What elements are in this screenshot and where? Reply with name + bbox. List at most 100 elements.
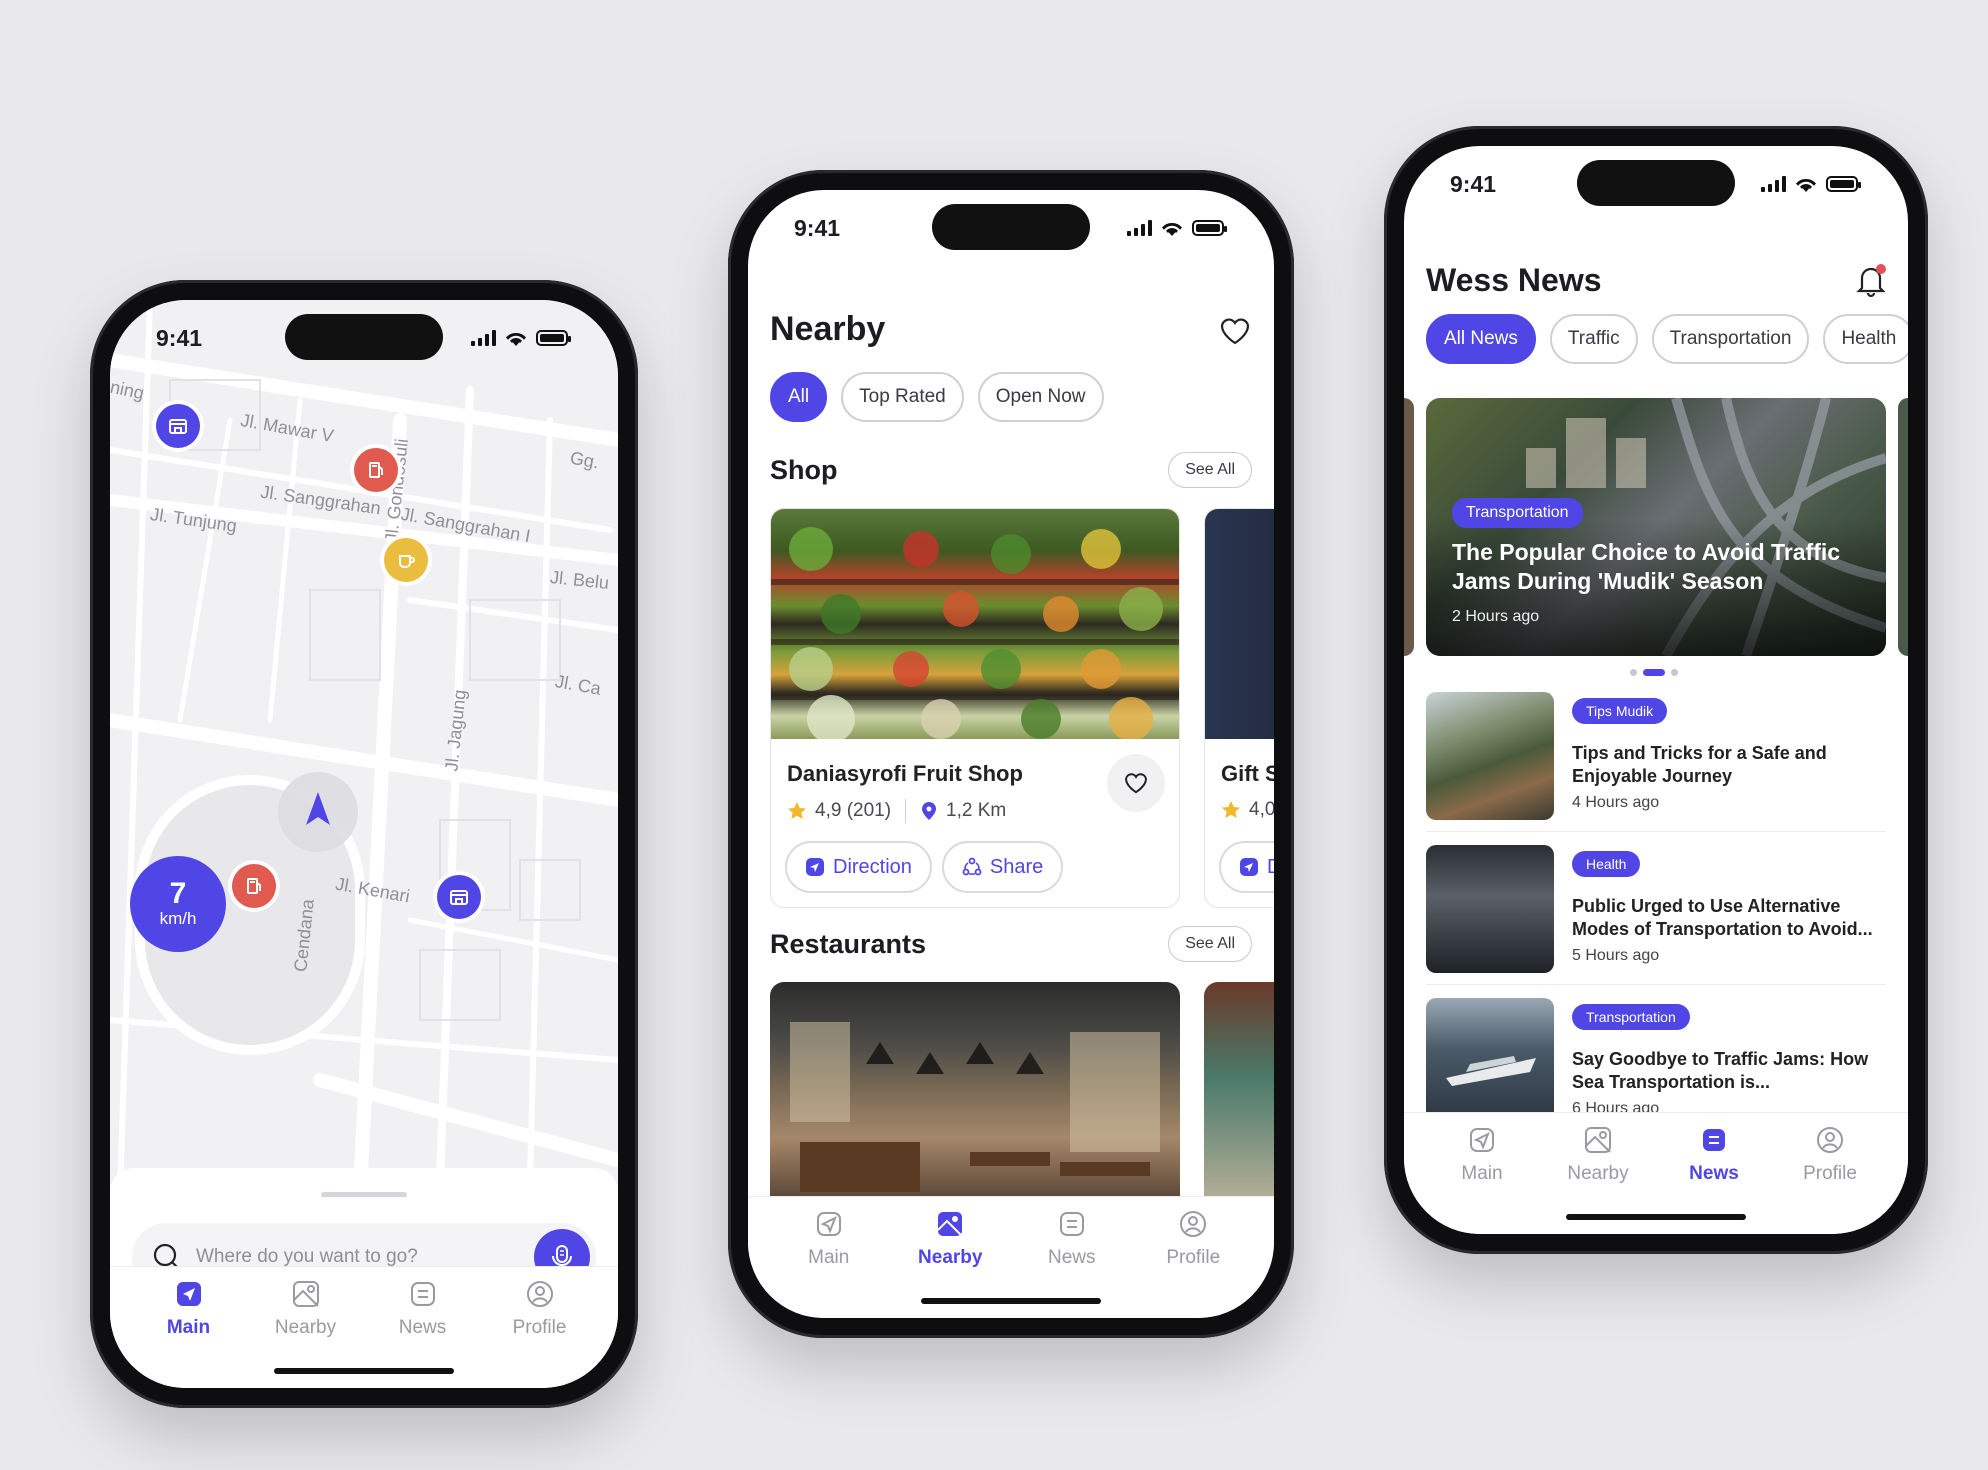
dynamic-island (932, 204, 1090, 250)
tab-main[interactable]: Main (134, 1279, 244, 1388)
chip-all[interactable]: All (770, 372, 828, 422)
map-view[interactable]: ning Jl. Mawar V Gg. Jl. Sanggrahan Jl. … (110, 300, 618, 1190)
tab-label: Profile (1803, 1163, 1857, 1184)
divider (905, 799, 907, 823)
signal-icon (471, 330, 496, 346)
fuel-pin-icon[interactable] (354, 448, 398, 492)
chip-top-rated[interactable]: Top Rated (841, 372, 964, 422)
shop-distance: 1,2 Km (946, 800, 1007, 821)
store-pin-icon[interactable] (156, 404, 200, 448)
dynamic-island (285, 314, 443, 360)
share-label: Share (989, 855, 1044, 878)
chip-all-news[interactable]: All News (1426, 314, 1536, 364)
fuel-pin-icon[interactable] (232, 864, 276, 908)
destination-search-input[interactable] (196, 1246, 534, 1268)
shop-rating: 4,9 (201) (815, 800, 892, 821)
speed-value: 7 (169, 877, 187, 910)
tab-label: Nearby (918, 1247, 983, 1268)
news-thumbnail (1426, 845, 1554, 973)
heart-icon[interactable] (1218, 314, 1252, 348)
tab-main[interactable]: Main (774, 1209, 884, 1318)
battery-icon (1826, 176, 1861, 192)
navigation-icon (816, 1212, 841, 1236)
tab-label: News (1047, 1247, 1096, 1268)
sheet-grabber[interactable] (321, 1192, 407, 1197)
phone-map: 9:41 ning Jl. Mawar V Gg. Jl. Sanggrahan… (90, 280, 638, 1408)
shop-card[interactable]: Gift S 4,0 D (1204, 508, 1274, 908)
restaurant-card[interactable] (1204, 982, 1274, 1222)
news-tag: Transportation (1572, 1004, 1690, 1030)
tab-label: News (1689, 1163, 1739, 1184)
page-title: Wess News (1426, 262, 1602, 298)
navigation-arrow-icon (278, 772, 358, 852)
profile-icon (526, 1281, 553, 1307)
shop-card[interactable]: Daniasyrofi Fruit Shop 4,9 (201) 1,2 Km … (770, 508, 1180, 908)
chip-traffic[interactable]: Traffic (1549, 314, 1638, 364)
tab-main[interactable]: Main (1427, 1125, 1537, 1234)
map-pin-icon (292, 1281, 319, 1307)
status-time: 9:41 (156, 324, 203, 351)
tab-label: News (398, 1317, 447, 1338)
see-all-button[interactable]: See All (1168, 926, 1252, 962)
wifi-icon (1796, 178, 1816, 192)
news-list-item[interactable]: Tips Mudik Tips and Tricks for a Safe an… (1426, 692, 1886, 832)
restaurants-section-header: Restaurants See All (770, 926, 1252, 962)
news-screen: 9:41 Wess News All News Traffic Transpor… (1404, 146, 1908, 1234)
home-indicator (274, 1368, 454, 1374)
tab-label: Main (808, 1247, 850, 1268)
wifi-icon (1162, 222, 1182, 236)
map-pin-icon (937, 1212, 963, 1237)
featured-news-card[interactable]: Transportation The Popular Choice to Avo… (1426, 398, 1886, 656)
direction-label: Direction (833, 855, 912, 878)
battery-icon (1192, 220, 1227, 236)
chip-transportation[interactable]: Transportation (1651, 314, 1810, 364)
phone-nearby: 9:41 Nearby All Top Rated Open Now Shop … (728, 170, 1294, 1338)
wifi-icon (506, 332, 526, 346)
shop-section-header: Shop See All (770, 452, 1252, 488)
tab-profile[interactable]: Profile (1138, 1209, 1248, 1318)
news-title: Say Goodbye to Traffic Jams: How Sea Tra… (1572, 1049, 1869, 1092)
hero-peek-right (1898, 398, 1908, 656)
map-pin-icon (1585, 1127, 1611, 1153)
direction-label: D (1267, 856, 1274, 879)
hero-time: 2 Hours ago (1452, 608, 1540, 625)
star-icon (1222, 801, 1240, 818)
direction-button[interactable]: D (1219, 841, 1274, 893)
news-tag: Health (1572, 851, 1641, 877)
hero-peek-left (1404, 398, 1414, 656)
speed-unit: km/h (159, 909, 197, 928)
shop-image (1205, 509, 1274, 739)
phone-news: 9:41 Wess News All News Traffic Transpor… (1384, 126, 1928, 1254)
speedometer-badge: 7 km/h (130, 856, 226, 952)
store-pin-icon[interactable] (437, 875, 481, 919)
status-time: 9:41 (1450, 170, 1497, 197)
chip-health[interactable]: Health (1823, 314, 1908, 364)
direction-icon (806, 858, 824, 876)
page-title: Nearby (770, 310, 886, 348)
battery-icon (536, 330, 571, 346)
news-time: 5 Hours ago (1572, 947, 1660, 964)
signal-icon (1127, 220, 1152, 236)
chip-open-now[interactable]: Open Now (977, 372, 1104, 422)
share-button[interactable]: Share (941, 841, 1064, 893)
favorite-button[interactable] (1107, 754, 1165, 812)
restaurant-card[interactable] (770, 982, 1180, 1222)
tab-label: Profile (512, 1317, 567, 1338)
home-indicator (1566, 1214, 1746, 1220)
tab-label: Nearby (274, 1317, 337, 1338)
notifications-button[interactable] (1854, 262, 1888, 298)
navigation-icon (176, 1282, 201, 1306)
tab-profile[interactable]: Profile (1775, 1125, 1885, 1234)
profile-icon (1180, 1211, 1207, 1237)
filter-chips: All Top Rated Open Now (770, 372, 1104, 422)
tab-profile[interactable]: Profile (485, 1279, 595, 1388)
news-title: Public Urged to Use Alternative Modes of… (1572, 896, 1873, 939)
cafe-pin-icon[interactable] (384, 538, 428, 582)
direction-button[interactable]: Direction (785, 841, 932, 893)
heart-icon (1125, 773, 1147, 794)
news-list-item[interactable]: Health Public Urged to Use Alternative M… (1426, 845, 1886, 985)
shop-name: Gift S (1221, 761, 1274, 786)
direction-icon (1240, 858, 1258, 876)
see-all-button[interactable]: See All (1168, 452, 1252, 488)
card-actions: Direction Share (785, 841, 1064, 893)
